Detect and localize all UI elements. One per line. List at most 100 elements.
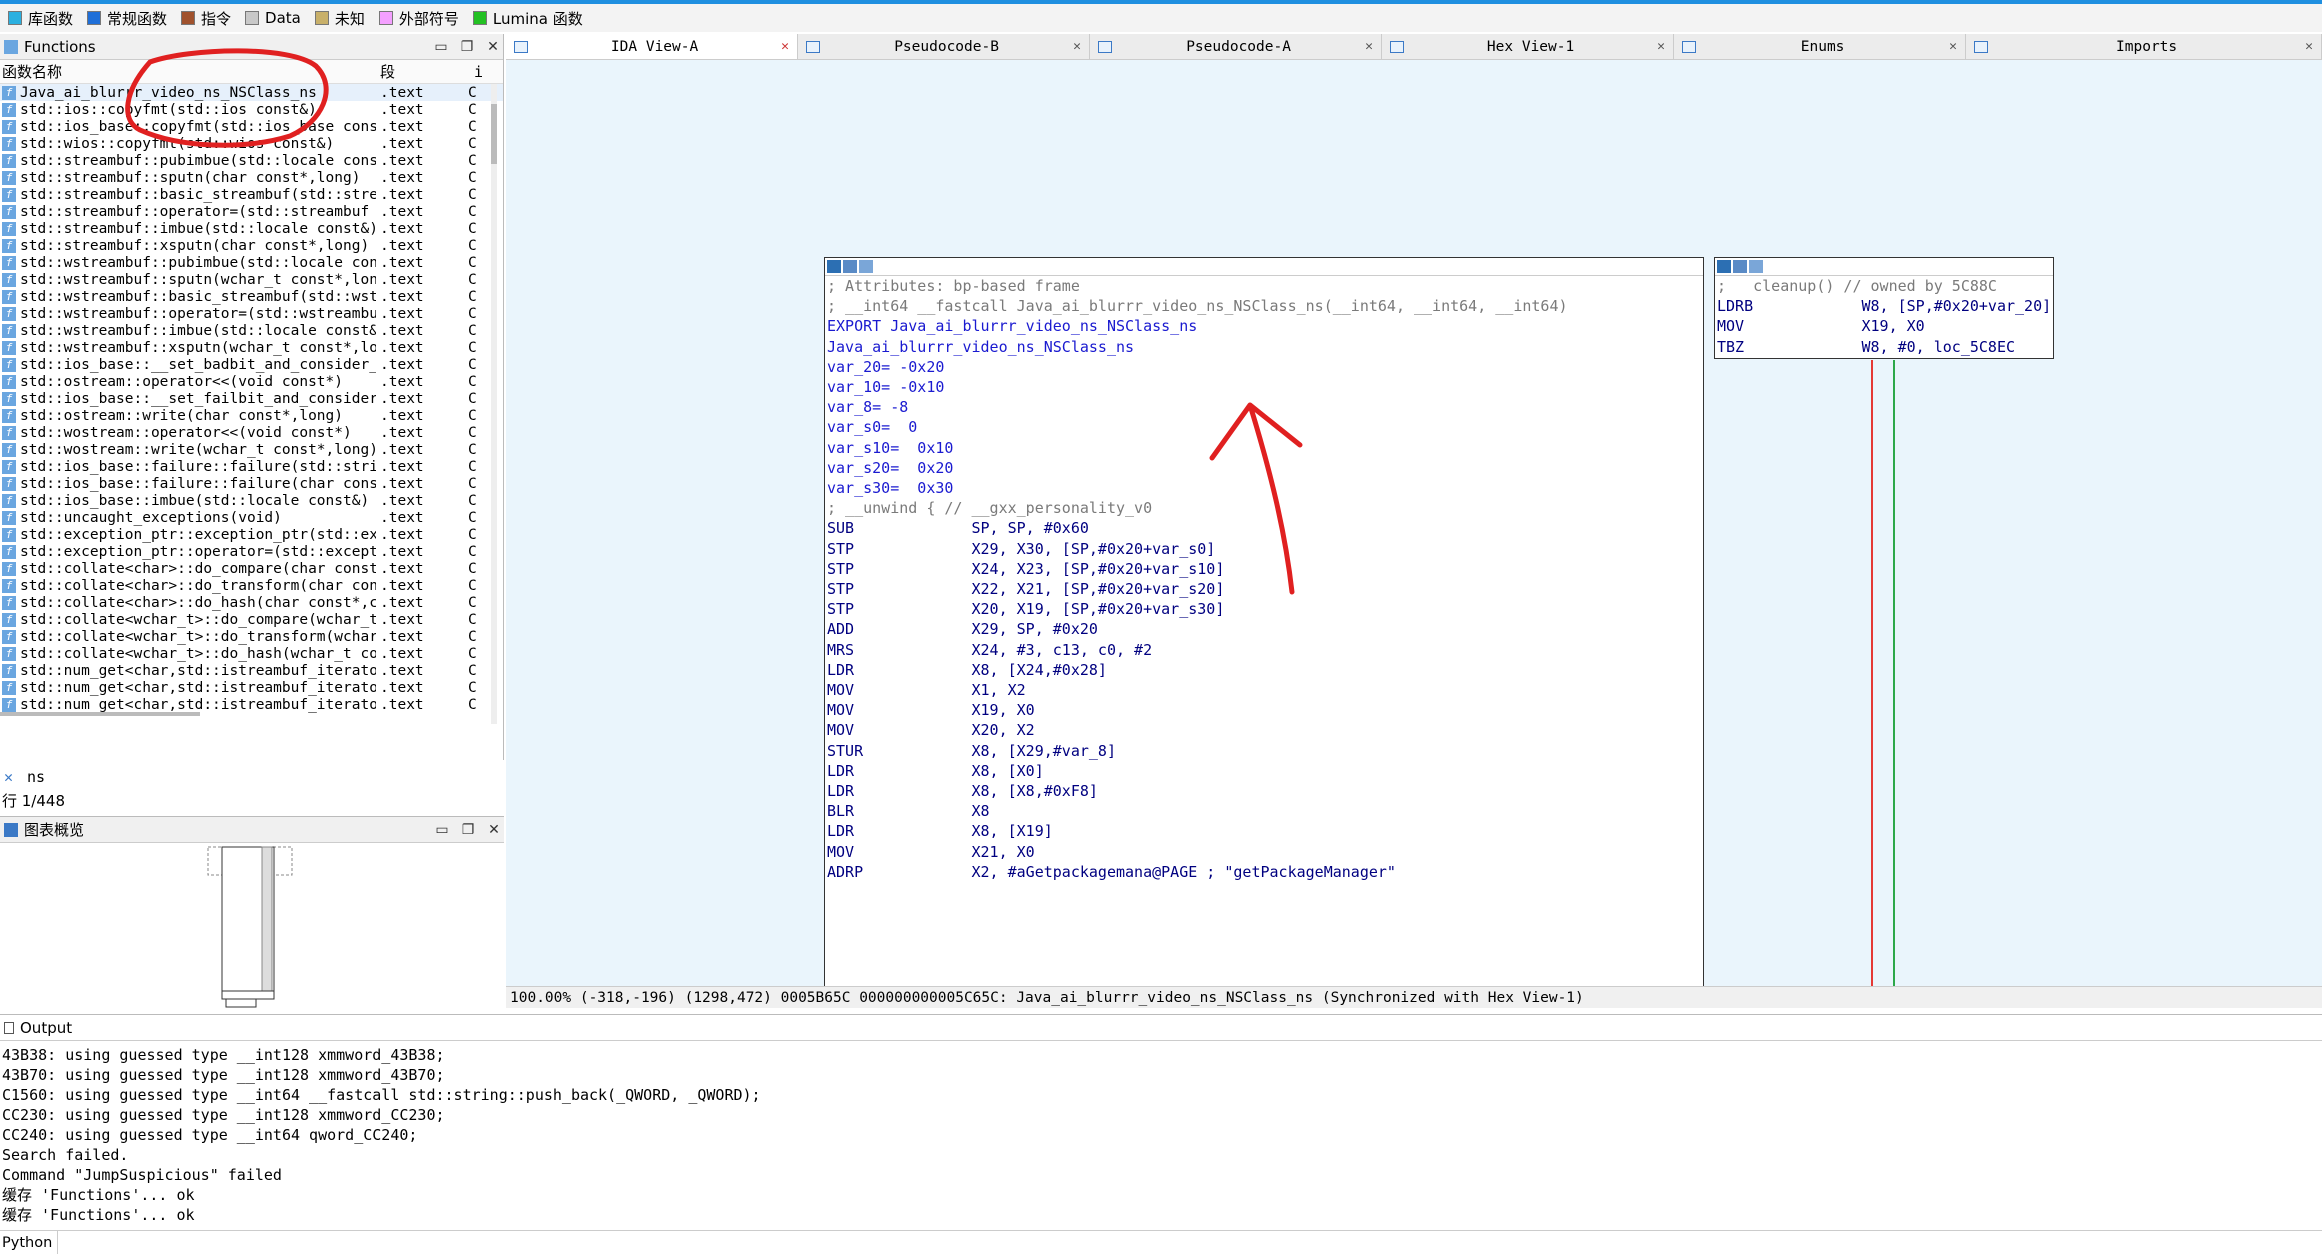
close-icon[interactable]: ✕: [483, 39, 503, 55]
horizontal-scrollbar[interactable]: [0, 712, 200, 716]
function-row[interactable]: f std::num_get<char,std::istreambuf_itera…: [0, 662, 503, 679]
function-row[interactable]: f std::wstreambuf::operator=(std::wstream…: [0, 305, 503, 322]
asm-line[interactable]: var_8= -8: [827, 397, 1703, 417]
cleanup-listing[interactable]: ; cleanup() // owned by 5C88C LDRB W8, [S…: [1715, 276, 2053, 357]
tab-pseudocode-b[interactable]: Pseudocode-B ✕: [798, 34, 1090, 59]
function-row[interactable]: f std::streambuf::basic_streambuf(std::st…: [0, 186, 503, 203]
asm-line[interactable]: STP X20, X19, [SP,#0x20+var_s30]: [827, 599, 1703, 619]
close-icon[interactable]: ✕: [1365, 39, 1373, 54]
function-row[interactable]: f std::exception_ptr::operator=(std::exce…: [0, 543, 503, 560]
overview-canvas[interactable]: [0, 843, 504, 1017]
function-row[interactable]: f std::streambuf::sputn(char const*,long)…: [0, 169, 503, 186]
restore-icon[interactable]: ❐: [458, 822, 478, 838]
asm-line[interactable]: var_s30= 0x30: [827, 478, 1703, 498]
asm-line[interactable]: BLR X8: [827, 801, 1703, 821]
close-filter-icon[interactable]: ✕: [4, 768, 13, 786]
col-function-name[interactable]: 函数名称: [0, 61, 380, 82]
function-row[interactable]: f std::num_get<char,std::istreambuf_itera…: [0, 696, 503, 713]
function-row[interactable]: f std::ios_base::failure::failure(char co…: [0, 475, 503, 492]
ida-graph-view[interactable]: ; Attributes: bp-based frame; __int64 __…: [506, 60, 2322, 986]
function-row[interactable]: f std::wios::copyfmt(std::wios const&) .te…: [0, 135, 503, 152]
function-row[interactable]: f std::collate<wchar_t>::do_transform(wch…: [0, 628, 503, 645]
function-row[interactable]: f std::ios_base::copyfmt(std::ios_base co…: [0, 118, 503, 135]
function-row[interactable]: f std::wstreambuf::imbue(std::locale cons…: [0, 322, 503, 339]
function-row[interactable]: f std::wostream::write(wchar_t const*,lon…: [0, 441, 503, 458]
function-row[interactable]: f std::num_get<char,std::istreambuf_itera…: [0, 679, 503, 696]
function-row[interactable]: f std::wstreambuf::basic_streambuf(std::w…: [0, 288, 503, 305]
asm-line[interactable]: MOV X20, X2: [827, 720, 1703, 740]
asm-line[interactable]: MOV X19, X0: [827, 700, 1703, 720]
asm-line[interactable]: MRS X24, #3, c13, c0, #2: [827, 640, 1703, 660]
function-row[interactable]: f std::streambuf::xsputn(char const*,long…: [0, 237, 503, 254]
asm-line[interactable]: ; __int64 __fastcall Java_ai_blurrr_vide…: [827, 296, 1703, 316]
asm-line[interactable]: LDR X8, [X19]: [827, 821, 1703, 841]
function-row[interactable]: f std::collate<char>::do_hash(char const*…: [0, 594, 503, 611]
function-row[interactable]: f std::ios_base::failure::failure(std::st…: [0, 458, 503, 475]
col-segment[interactable]: 段: [380, 61, 474, 82]
close-icon[interactable]: ✕: [1657, 39, 1665, 54]
language-selector[interactable]: Python: [2, 1231, 58, 1254]
function-row[interactable]: f std::wstreambuf::sputn(wchar_t const*,l…: [0, 271, 503, 288]
asm-line[interactable]: LDR X8, [X0]: [827, 761, 1703, 781]
image-icon[interactable]: [1733, 260, 1747, 273]
function-row[interactable]: f std::ostream::write(char const*,long) .t…: [0, 407, 503, 424]
function-row[interactable]: f std::streambuf::operator=(std::streambu…: [0, 203, 503, 220]
close-icon[interactable]: ✕: [1949, 39, 1957, 54]
asm-line[interactable]: STP X29, X30, [SP,#0x20+var_s0]: [827, 539, 1703, 559]
asm-line[interactable]: TBZ W8, #0, loc_5C8EC: [1717, 337, 2053, 357]
asm-line[interactable]: SUB SP, SP, #0x60: [827, 518, 1703, 538]
close-icon[interactable]: ✕: [2305, 39, 2313, 54]
close-icon[interactable]: ✕: [781, 39, 789, 54]
color-icon[interactable]: [1717, 260, 1731, 273]
asm-line[interactable]: EXPORT Java_ai_blurrr_video_ns_NSClass_n…: [827, 316, 1703, 336]
asm-line[interactable]: Java_ai_blurrr_video_ns_NSClass_ns: [827, 337, 1703, 357]
asm-line[interactable]: LDR X8, [X8,#0xF8]: [827, 781, 1703, 801]
grid-icon[interactable]: [859, 260, 873, 273]
scrollbar-thumb[interactable]: [491, 104, 497, 164]
minimize-icon[interactable]: ▭: [432, 822, 452, 838]
function-row[interactable]: f std::ios_base::imbue(std::locale const&…: [0, 492, 503, 509]
tab-ida-view-a[interactable]: IDA View-A ✕: [506, 34, 798, 59]
image-icon[interactable]: [843, 260, 857, 273]
asm-line[interactable]: LDRB W8, [SP,#0x20+var_20]: [1717, 296, 2053, 316]
asm-line[interactable]: MOV X1, X2: [827, 680, 1703, 700]
function-row[interactable]: f std::collate<wchar_t>::do_compare(wchar…: [0, 611, 503, 628]
restore-icon[interactable]: ❐: [457, 39, 477, 55]
function-row[interactable]: f std::uncaught_exceptions(void) .text C: [0, 509, 503, 526]
asm-line[interactable]: var_s0= 0: [827, 417, 1703, 437]
asm-line[interactable]: STP X22, X21, [SP,#0x20+var_s20]: [827, 579, 1703, 599]
function-row[interactable]: f std::wstreambuf::xsputn(wchar_t const*,…: [0, 339, 503, 356]
asm-line[interactable]: LDR X8, [X24,#0x28]: [827, 660, 1703, 680]
color-icon[interactable]: [827, 260, 841, 273]
minimize-icon[interactable]: ▭: [431, 39, 451, 55]
disassembly-listing[interactable]: ; Attributes: bp-based frame; __int64 __…: [825, 276, 1703, 882]
asm-line[interactable]: var_10= -0x10: [827, 377, 1703, 397]
function-row[interactable]: f std::ios_base::__set_badbit_and_conside…: [0, 356, 503, 373]
function-row[interactable]: f std::ios_base::__set_failbit_and_consid…: [0, 390, 503, 407]
function-row[interactable]: f std::streambuf::imbue(std::locale const…: [0, 220, 503, 237]
asm-line[interactable]: STP X24, X23, [SP,#0x20+var_s10]: [827, 559, 1703, 579]
function-row[interactable]: f std::collate<char>::do_transform(char c…: [0, 577, 503, 594]
tab-imports[interactable]: Imports ✕: [1966, 34, 2322, 59]
function-row[interactable]: f std::wostream::operator<<(void const*).…: [0, 424, 503, 441]
asm-line[interactable]: var_s20= 0x20: [827, 458, 1703, 478]
asm-line[interactable]: ADRP X2, #aGetpackagemana@PAGE ; "getPac…: [827, 862, 1703, 882]
asm-line[interactable]: ADD X29, SP, #0x20: [827, 619, 1703, 639]
asm-line[interactable]: ; __unwind { // __gxx_personality_v0: [827, 498, 1703, 518]
function-row[interactable]: f Java_ai_blurrr_video_ns_NSClass_ns .text…: [0, 84, 503, 101]
vertical-scrollbar[interactable]: [491, 84, 497, 724]
function-row[interactable]: f std::wstreambuf::pubimbue(std::locale c…: [0, 254, 503, 271]
asm-line[interactable]: STUR X8, [X29,#var_8]: [827, 741, 1703, 761]
grid-icon[interactable]: [1749, 260, 1763, 273]
close-icon[interactable]: ✕: [1073, 39, 1081, 54]
output-log[interactable]: 43B38: using guessed type __int128 xmmwo…: [0, 1041, 2322, 1225]
asm-line[interactable]: MOV X21, X0: [827, 842, 1703, 862]
function-row[interactable]: f std::ostream::operator<<(void const*) .t…: [0, 373, 503, 390]
close-icon[interactable]: ✕: [484, 822, 504, 838]
tab-pseudocode-a[interactable]: Pseudocode-A ✕: [1090, 34, 1382, 59]
function-row[interactable]: f std::ios::copyfmt(std::ios const&) .text…: [0, 101, 503, 118]
asm-line[interactable]: ; Attributes: bp-based frame: [827, 276, 1703, 296]
graph-node-entry[interactable]: ; Attributes: bp-based frame; __int64 __…: [824, 257, 1704, 986]
function-row[interactable]: f std::collate<wchar_t>::do_hash(wchar_t …: [0, 645, 503, 662]
tab-enums[interactable]: Enums ✕: [1674, 34, 1966, 59]
